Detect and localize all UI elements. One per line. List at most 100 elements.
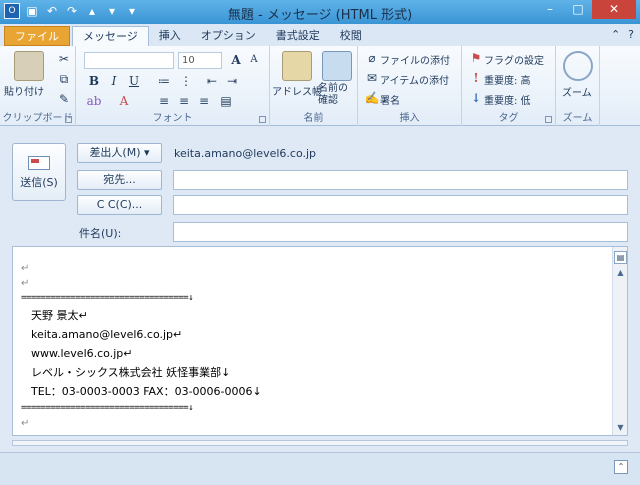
- to-button[interactable]: 宛先...: [77, 170, 162, 190]
- signature-email: keita.amano@level6.co.jp↵: [31, 328, 183, 341]
- window-controls: – □ ✕: [536, 0, 636, 19]
- customize-qat-icon[interactable]: ▾: [124, 3, 140, 19]
- check-names-icon[interactable]: [322, 51, 352, 81]
- flag-button[interactable]: フラグの設定: [484, 52, 544, 67]
- ribbon: 貼り付け ✂ ⧉ ✎ クリップボード 10 A A B I U ≔ ⋮ ⇤ ⇥ …: [0, 46, 640, 126]
- cc-field[interactable]: [173, 195, 628, 215]
- zoom-icon[interactable]: [563, 51, 593, 81]
- send-label: 送信(S): [20, 176, 58, 189]
- zoom-button[interactable]: ズーム: [562, 84, 592, 99]
- align-right-icon[interactable]: ≡: [196, 93, 212, 109]
- paste-icon[interactable]: [14, 51, 44, 81]
- tab-options[interactable]: オプション: [191, 26, 266, 46]
- font-group-label: フォント: [152, 113, 193, 124]
- tab-file[interactable]: ファイル: [4, 26, 70, 46]
- tags-launcher-icon[interactable]: [545, 116, 552, 123]
- send-button[interactable]: 送信(S): [12, 143, 66, 201]
- down-icon[interactable]: ▾: [104, 3, 120, 19]
- redo-icon[interactable]: ↷: [64, 3, 80, 19]
- insert-group-label: 挿入: [399, 113, 420, 124]
- format-painter-icon[interactable]: ✎: [56, 91, 72, 107]
- from-label: 差出人(M): [89, 146, 141, 159]
- grow-font-icon[interactable]: A: [228, 52, 244, 68]
- page-view-icon[interactable]: ▤: [614, 251, 627, 264]
- paperclip-icon: ⌀: [368, 51, 376, 65]
- help-icon[interactable]: ?: [628, 28, 634, 41]
- tab-insert[interactable]: 挿入: [149, 26, 191, 46]
- scroll-up-icon[interactable]: ▲: [613, 266, 627, 280]
- minimize-ribbon-icon[interactable]: ⌃: [611, 28, 620, 41]
- minimize-icon[interactable]: –: [536, 0, 564, 19]
- justify-icon[interactable]: ▤: [218, 93, 234, 109]
- tab-review[interactable]: 校閲: [330, 26, 372, 46]
- signature-company: レベル・シックス株式会社 妖怪事業部↓: [31, 366, 231, 379]
- importance-high-button[interactable]: 重要度: 高: [484, 72, 531, 87]
- separator-line: ==================================↓: [21, 293, 194, 303]
- underline-icon[interactable]: U: [126, 73, 142, 89]
- clipboard-group-label: クリップボード: [2, 113, 73, 124]
- font-name-combo[interactable]: [84, 52, 174, 69]
- empty-line: ↵: [21, 418, 30, 429]
- names-group-label: 名前: [303, 113, 324, 124]
- numbering-icon[interactable]: ⋮: [178, 73, 194, 89]
- font-launcher-icon[interactable]: [259, 116, 266, 123]
- to-field[interactable]: [173, 170, 628, 190]
- save-icon[interactable]: ▣: [24, 3, 40, 19]
- window-title: 無題 - メッセージ (HTML 形式): [227, 8, 413, 23]
- from-value: keita.amano@level6.co.jp: [174, 147, 317, 160]
- bold-icon[interactable]: B: [86, 73, 102, 89]
- tab-message[interactable]: メッセージ: [72, 26, 149, 46]
- font-group: 10 A A B I U ≔ ⋮ ⇤ ⇥ ab A ≡ ≡ ≡ ▤ フォント: [76, 46, 270, 126]
- highlight-icon[interactable]: ab: [86, 93, 102, 109]
- decrease-indent-icon[interactable]: ⇤: [204, 73, 220, 89]
- paste-button[interactable]: 貼り付け: [4, 83, 44, 98]
- copy-icon[interactable]: ⧉: [56, 71, 72, 87]
- quick-access-toolbar: O ▣ ↶ ↷ ▴ ▾ ▾: [4, 3, 140, 19]
- cut-icon[interactable]: ✂: [56, 51, 72, 67]
- increase-indent-icon[interactable]: ⇥: [224, 73, 240, 89]
- address-book-icon[interactable]: [282, 51, 312, 81]
- align-center-icon[interactable]: ≡: [176, 93, 192, 109]
- up-icon[interactable]: ▴: [84, 3, 100, 19]
- flag-icon: ⚑: [470, 51, 482, 65]
- signature-name: 天野 景太↵: [31, 309, 88, 322]
- cc-button[interactable]: C C(C)...: [77, 195, 162, 215]
- outlook-app-icon[interactable]: O: [4, 3, 20, 19]
- scroll-down-icon[interactable]: ▼: [613, 421, 627, 435]
- expand-people-pane-icon[interactable]: ⌃: [614, 460, 628, 474]
- importance-low-button[interactable]: 重要度: 低: [484, 92, 531, 107]
- font-size-combo[interactable]: 10: [178, 52, 222, 69]
- vertical-scrollbar[interactable]: ▤ ▲ ▼: [612, 247, 627, 435]
- signature-url: www.level6.co.jp↵: [31, 347, 133, 360]
- address-book-button[interactable]: アドレス帳: [272, 83, 322, 98]
- importance-low-icon: ↓: [470, 91, 482, 105]
- subject-field[interactable]: [173, 222, 628, 242]
- shrink-font-icon[interactable]: A: [246, 52, 262, 68]
- bullets-icon[interactable]: ≔: [156, 73, 172, 89]
- from-button[interactable]: 差出人(M) ▾: [77, 143, 162, 163]
- zoom-group-label: ズーム: [562, 113, 593, 124]
- undo-icon[interactable]: ↶: [44, 3, 60, 19]
- signature-button[interactable]: 署名: [380, 92, 400, 107]
- message-body[interactable]: ↵ ↵ ==================================↓ …: [12, 246, 628, 436]
- zoom-group: ズーム ズーム: [556, 46, 600, 126]
- attach-item-button[interactable]: アイテムの添付: [380, 72, 449, 87]
- align-left-icon[interactable]: ≡: [156, 93, 172, 109]
- insert-group: ⌀ ファイルの添付 ✉ アイテムの添付 ✍ 署名 挿入: [358, 46, 462, 126]
- chevron-down-icon: ▾: [144, 146, 150, 159]
- font-color-icon[interactable]: A: [116, 93, 132, 109]
- empty-line: ↵: [21, 263, 30, 274]
- attach-item-icon: ✉: [366, 71, 378, 85]
- subject-label: 件名(U):: [79, 227, 122, 240]
- ribbon-right-controls: ⌃ ?: [611, 28, 634, 41]
- check-names-button[interactable]: 名前の確認: [318, 83, 356, 107]
- importance-high-icon: !: [473, 71, 479, 85]
- maximize-icon[interactable]: □: [564, 0, 592, 19]
- close-icon[interactable]: ✕: [592, 0, 636, 19]
- send-icon: [28, 156, 50, 170]
- italic-icon[interactable]: I: [106, 73, 122, 89]
- tab-format[interactable]: 書式設定: [266, 26, 330, 46]
- clipboard-launcher-icon[interactable]: [65, 116, 72, 123]
- ribbon-tabs: ファイル メッセージ 挿入 オプション 書式設定 校閲 ⌃ ?: [0, 24, 640, 46]
- attach-file-button[interactable]: ファイルの添付: [380, 52, 450, 67]
